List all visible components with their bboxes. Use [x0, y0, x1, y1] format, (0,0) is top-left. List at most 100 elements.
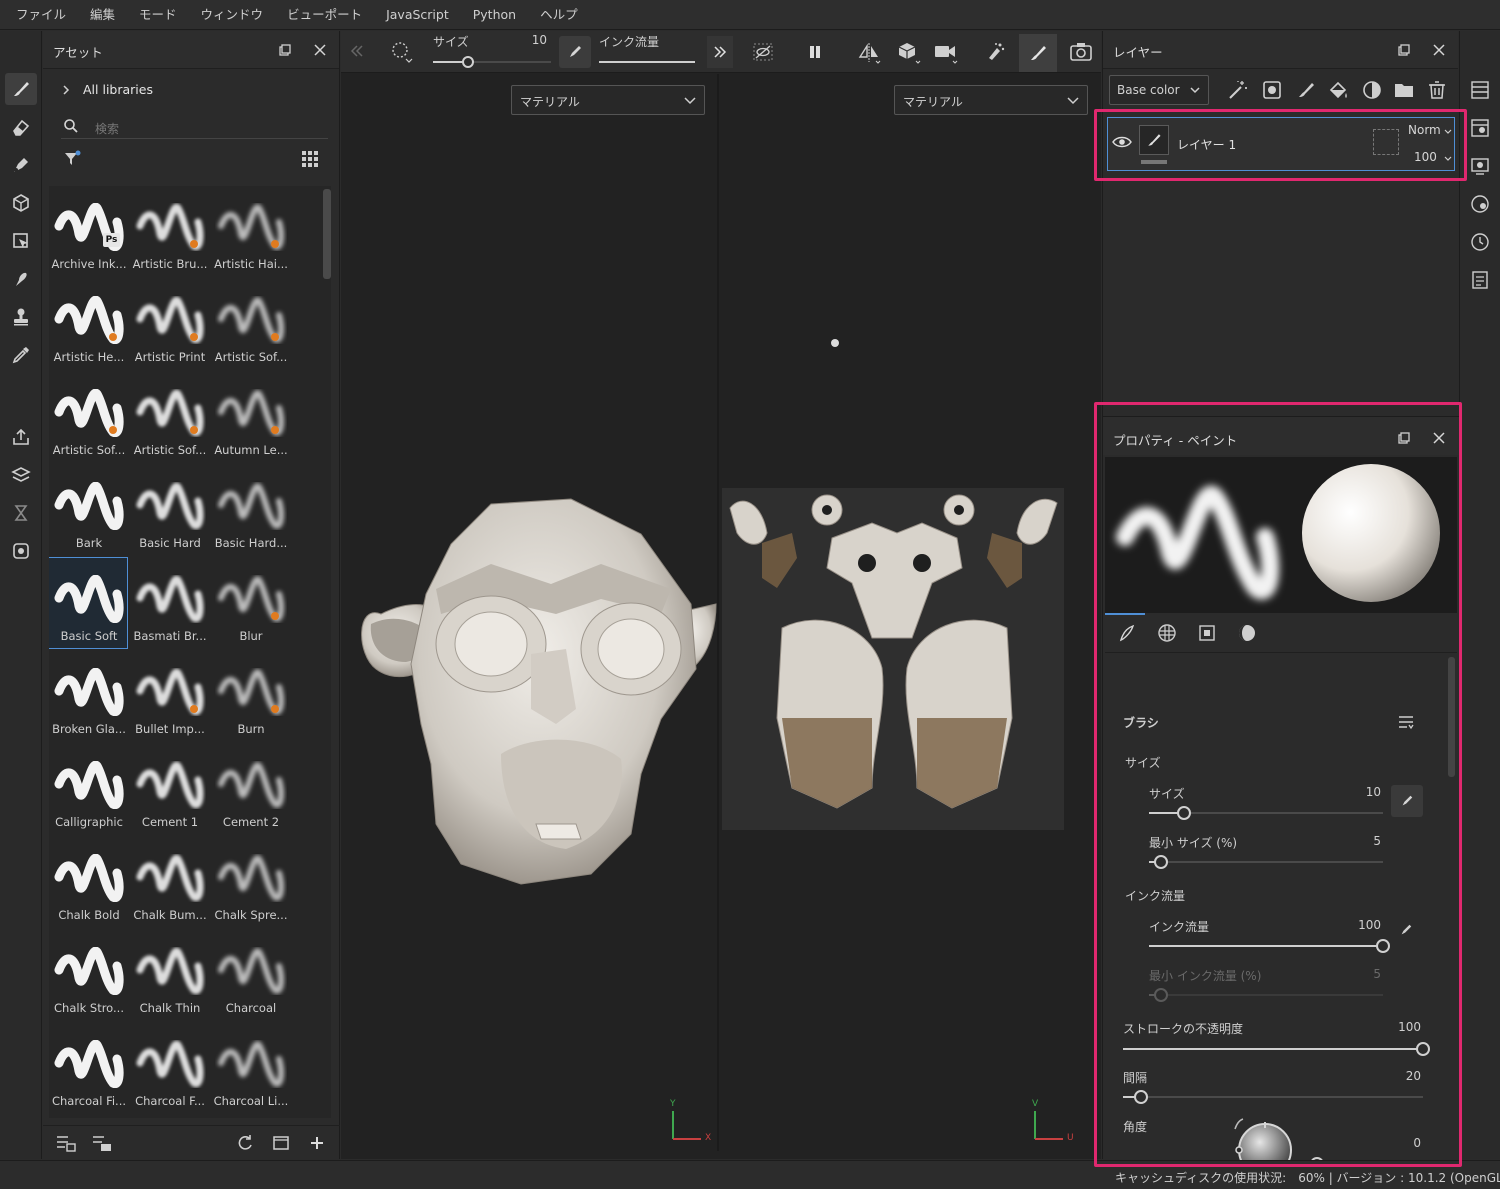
brush-presets-button[interactable] — [1397, 713, 1415, 731]
layer-thumbnail[interactable] — [1139, 125, 1169, 155]
import-button[interactable] — [56, 1134, 76, 1152]
brush-item[interactable]: Charcoal Fi... — [49, 1023, 127, 1113]
filter-button[interactable] — [63, 149, 83, 169]
min-size-slider-knob[interactable] — [1153, 855, 1168, 869]
brush-item[interactable]: Basmati Br... — [130, 558, 208, 648]
timer-button[interactable] — [5, 497, 37, 529]
menu-window[interactable]: ウィンドウ — [189, 0, 276, 30]
properties-scrollbar[interactable] — [1448, 657, 1455, 777]
new-library-button[interactable] — [92, 1134, 112, 1152]
spacing-slider[interactable] — [1123, 1090, 1423, 1104]
tab-material[interactable] — [1237, 623, 1257, 643]
menu-help[interactable]: ヘルプ — [528, 0, 590, 30]
brush-item[interactable]: Artistic Hai... — [211, 186, 289, 276]
undock-button[interactable] — [1395, 41, 1413, 59]
polygon-fill-button[interactable] — [5, 225, 37, 257]
assets-scrollbar[interactable] — [323, 189, 331, 279]
paint-mode-button[interactable] — [1019, 34, 1057, 72]
brush-item[interactable]: Charcoal Li... — [211, 1023, 289, 1113]
add-folder-button[interactable] — [1393, 79, 1415, 101]
expand-toolbar-button[interactable] — [707, 36, 733, 68]
spacing-slider-knob[interactable] — [1134, 1090, 1148, 1104]
undock-button[interactable] — [276, 41, 294, 59]
texture-set-settings-button[interactable] — [1469, 117, 1491, 139]
camera-mode-button[interactable] — [933, 40, 959, 66]
brush-item[interactable]: Artistic Print — [130, 279, 208, 369]
size-pressure-button[interactable] — [1391, 785, 1423, 817]
brush-item[interactable]: Artistic Sof... — [130, 372, 208, 462]
brush-item[interactable]: Basic Hard — [130, 465, 208, 555]
log-button[interactable] — [1469, 269, 1491, 291]
layer-opacity[interactable]: 100 — [1414, 150, 1437, 164]
menu-mode[interactable]: モード — [127, 0, 189, 30]
close-panel-button[interactable] — [1430, 429, 1448, 447]
brush-item[interactable]: Basic Hard... — [211, 465, 289, 555]
close-panel-button[interactable] — [1430, 41, 1448, 59]
layer-name[interactable]: レイヤー 1 — [1177, 136, 1236, 153]
add-mask-button[interactable] — [1261, 79, 1283, 101]
toolbar-size-knob[interactable] — [462, 56, 475, 68]
viewport-3d[interactable]: マテリアル Y X — [341, 74, 717, 1151]
brush-item[interactable]: Bark — [49, 465, 127, 555]
toolbar-flow-slider[interactable] — [599, 61, 695, 63]
brush-item[interactable]: Blur — [211, 558, 289, 648]
menu-javascript[interactable]: JavaScript — [374, 0, 461, 30]
delete-layer-button[interactable] — [1426, 79, 1448, 101]
add-paint-layer-button[interactable] — [1295, 79, 1317, 101]
layer-row[interactable]: レイヤー 1 Norm 100 — [1107, 117, 1455, 171]
pause-button[interactable] — [807, 44, 823, 60]
export-button[interactable] — [5, 421, 37, 453]
brush-item[interactable]: Charcoal F... — [130, 1023, 208, 1113]
toolbar-pressure-size-button[interactable] — [559, 36, 591, 68]
stroke-opacity-slider[interactable] — [1123, 1042, 1430, 1056]
shader-settings-button[interactable] — [1469, 193, 1491, 215]
menu-python[interactable]: Python — [461, 0, 528, 30]
projection-tool-button[interactable] — [5, 149, 37, 181]
brush-item[interactable]: Artistic Sof... — [211, 279, 289, 369]
brush-item[interactable]: Basic Soft — [49, 557, 128, 649]
undock-button[interactable] — [1395, 429, 1413, 447]
layer-blend-mode[interactable]: Norm — [1408, 123, 1441, 137]
brush-item[interactable]: Chalk Thin — [130, 930, 208, 1020]
brush-item[interactable]: Burn — [211, 651, 289, 741]
close-panel-button[interactable] — [311, 41, 329, 59]
tab-brush[interactable] — [1117, 623, 1137, 643]
refresh-button[interactable] — [236, 1134, 254, 1152]
size-slider[interactable] — [1149, 806, 1383, 820]
texture-set-list-button[interactable] — [1469, 79, 1491, 101]
viewport-2d[interactable]: マテリアル V U — [719, 74, 1101, 1151]
size-slider-knob[interactable] — [1177, 806, 1192, 820]
stroke-opacity-slider-knob[interactable] — [1416, 1042, 1430, 1056]
search-field[interactable]: 検索 — [61, 115, 328, 139]
brush-item[interactable]: Ps Archive Ink... — [49, 186, 127, 276]
flow-pressure-button[interactable] — [1399, 923, 1413, 937]
brush-item[interactable]: Calligraphic — [49, 744, 127, 834]
brush-item[interactable]: Bullet Imp... — [130, 651, 208, 741]
clone-tool-button[interactable] — [5, 301, 37, 333]
viewport-2d-material-dropdown[interactable]: マテリアル — [894, 85, 1088, 115]
menu-edit[interactable]: 編集 — [78, 0, 127, 30]
brush-shape-button[interactable] — [390, 40, 414, 64]
symmetry-button[interactable] — [856, 40, 882, 66]
brush-item[interactable]: Cement 2 — [211, 744, 289, 834]
brush-item[interactable]: Chalk Bum... — [130, 837, 208, 927]
tab-alpha[interactable] — [1157, 623, 1177, 643]
brush-item[interactable]: Artistic He... — [49, 279, 127, 369]
brush-item[interactable]: Charcoal — [211, 930, 289, 1020]
display-mode-button[interactable] — [896, 40, 922, 66]
toolbar-size-slider[interactable] — [433, 56, 551, 68]
library-selector[interactable]: All libraries — [61, 82, 153, 97]
menu-viewport[interactable]: ビューポート — [275, 0, 374, 30]
collapse-left-button[interactable] — [349, 43, 365, 59]
open-folder-button[interactable] — [272, 1134, 290, 1152]
screenshot-button[interactable] — [1069, 40, 1093, 64]
brush-item[interactable]: Chalk Bold — [49, 837, 127, 927]
smudge-tool-button[interactable] — [5, 263, 37, 295]
history-button[interactable] — [1469, 231, 1491, 253]
add-asset-button[interactable] — [308, 1134, 326, 1152]
min-size-slider[interactable] — [1149, 855, 1383, 869]
grid-view-button[interactable] — [300, 149, 320, 169]
geometry-fill-button[interactable] — [5, 187, 37, 219]
add-fill-layer-button[interactable] — [1327, 79, 1349, 101]
menu-file[interactable]: ファイル — [4, 0, 78, 30]
